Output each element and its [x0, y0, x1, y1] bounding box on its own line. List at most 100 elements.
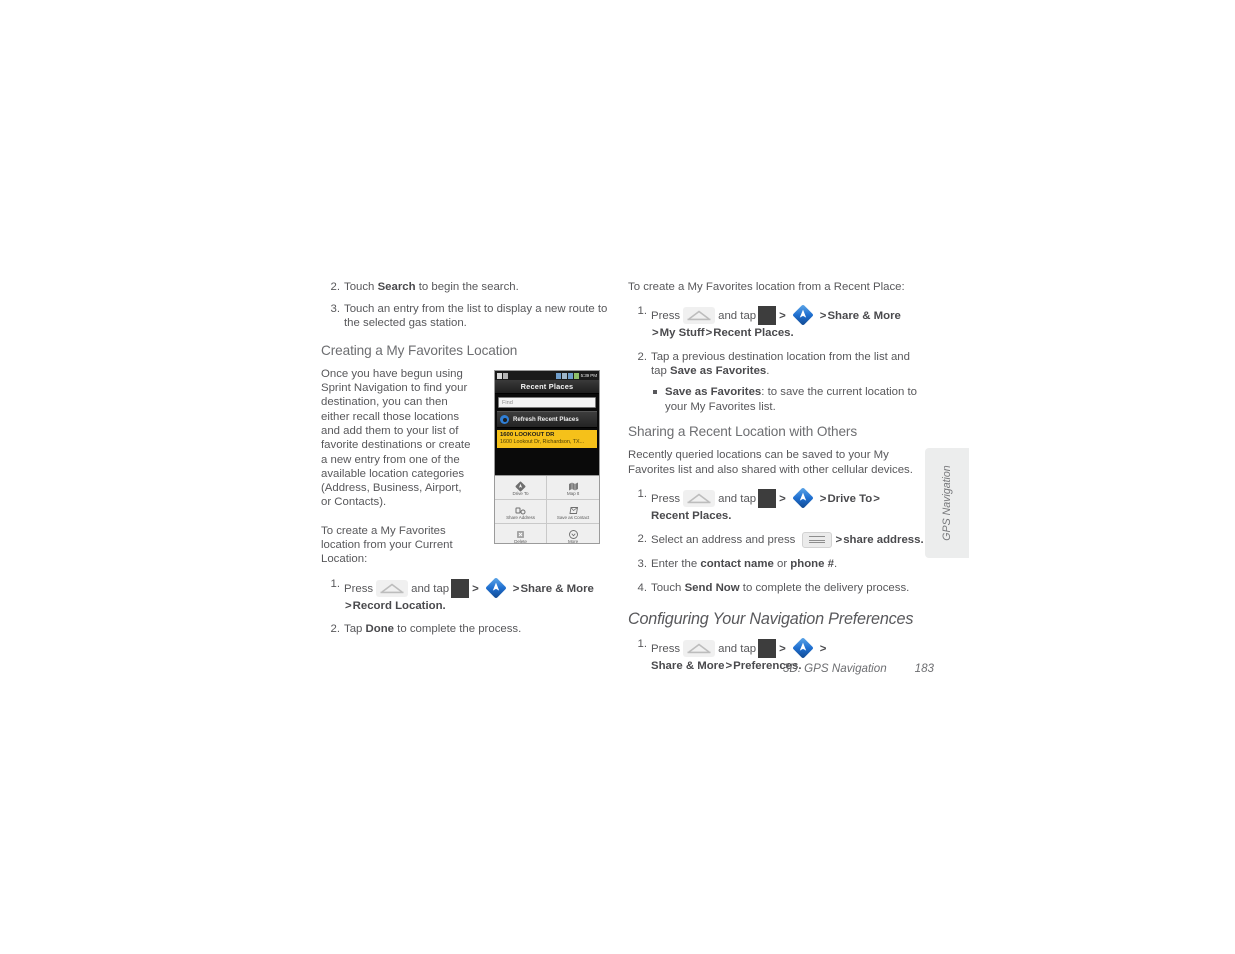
menu-path-record-location: Record Location. — [352, 599, 446, 612]
list-item: 2. Select an address and press >share add… — [628, 532, 928, 549]
bullet-square-icon — [653, 390, 657, 395]
separator-gt: > — [779, 310, 786, 323]
section-heading-sharing: Sharing a Recent Location with Others — [628, 424, 858, 440]
sub-bullet-list: Save as Favorites: to save the current l… — [651, 385, 928, 414]
step-text-pre: Touch — [651, 582, 685, 595]
action-map-it[interactable]: Map It — [547, 476, 599, 500]
separator-gt: > — [779, 492, 786, 505]
status-right-icons — [555, 372, 579, 379]
phone-status-bar: 5:39 PM — [495, 371, 599, 380]
create-from-recent-place-intro: To create a My Favorites location from a… — [628, 281, 905, 293]
list-item: 1. Press and tap > >Share & More >My Stuff>Re… — [628, 304, 928, 341]
empty-list-area — [495, 448, 599, 475]
menu-path-recent-places: Recent Places. — [713, 327, 794, 340]
action-share-address[interactable]: Share Address — [495, 500, 547, 524]
menu-path-share-more: Share & More — [827, 310, 901, 323]
sharing-paragraph: Recently queried locations can be saved … — [628, 449, 913, 476]
phone-title-bar: Recent Places — [495, 380, 599, 394]
step-text-press: Press — [651, 492, 681, 505]
steps-list-top: 2. Touch Search to begin the search. 3. To… — [321, 280, 618, 331]
separator-gt: > — [345, 599, 352, 612]
step-number: 2. — [330, 623, 341, 636]
step-text-press: Press — [651, 310, 681, 323]
menu-path-share-address: share address. — [843, 534, 924, 547]
step-number: 2. — [330, 281, 341, 293]
find-placeholder: Find — [502, 399, 513, 406]
footer-chapter: 3D. GPS Navigation — [782, 662, 887, 675]
share-icon — [515, 503, 526, 515]
home-key-icon — [683, 307, 716, 325]
action-save-as-contact[interactable]: Save as Contact — [547, 500, 599, 524]
step-number: 2. — [637, 350, 648, 363]
refresh-label: Refresh Recent Places — [513, 416, 579, 423]
step-text-strong: Done — [365, 623, 395, 636]
intro-paragraph: Once you have begun using Sprint Navigat… — [321, 367, 471, 509]
map-icon — [568, 479, 579, 491]
list-item: 1. Press and tap > >Drive To> Recent Places. — [628, 487, 928, 524]
navigation-diamond-icon — [515, 479, 526, 492]
phone-screenshot: 5:39 PM Recent Places Find Refresh Recen… — [494, 370, 600, 544]
separator-gt: > — [705, 327, 713, 340]
section-heading-creating-favorites: Creating a My Favorites Location — [321, 342, 518, 358]
sub-bullet-strong: Save as Favorites — [665, 386, 762, 399]
side-tab-label: GPS Navigation — [941, 465, 953, 541]
step-text-andtap: and tap — [718, 492, 757, 505]
step-text-andtap: and tap — [718, 642, 757, 655]
action-more[interactable]: More — [547, 524, 599, 543]
battery-icon — [573, 372, 579, 379]
notification-icon — [503, 372, 508, 379]
home-key-icon — [376, 579, 409, 597]
step-text-post: to complete the delivery process. — [739, 582, 910, 595]
action-drive-to[interactable]: Drive To — [495, 476, 547, 500]
step-number: 1. — [637, 305, 648, 318]
recent-place-list-item[interactable]: 1600 LOOKOUT DR 1600 Lookout Dr, Richard… — [497, 430, 597, 448]
app-grid-icon — [758, 638, 777, 658]
action-button-grid: Drive To Map It Share Address Save as Co… — [495, 475, 599, 543]
recent-place-title: 1600 LOOKOUT DR — [500, 432, 555, 438]
page-footer: 3D. GPS Navigation 183 — [628, 662, 934, 675]
step-text-mid: or — [773, 558, 791, 571]
step-text-post: . — [833, 558, 838, 571]
step-number: 3. — [637, 558, 648, 571]
steps-list-current-location: 1. Press and tap > >Share & More >Record Loca… — [321, 577, 618, 637]
list-item: 3. Touch an entry from the list to displa… — [321, 302, 618, 331]
step-text-strong: Search — [377, 281, 416, 293]
action-delete[interactable]: Delete — [495, 524, 547, 543]
separator-gt: > — [472, 582, 479, 595]
menu-path-share-more: Share & More — [520, 582, 594, 595]
app-grid-icon — [758, 306, 777, 326]
step-text-pre: Touch an entry from the list to display … — [344, 302, 608, 330]
menu-path-drive-to: Drive To — [827, 492, 873, 505]
step-text-post: . — [766, 365, 770, 378]
menu-key-icon — [801, 532, 832, 549]
steps-list-recent-place: 1. Press and tap > >Share & More >My Stuff>Re… — [628, 304, 928, 414]
list-item: 2. Touch Search to begin the search. — [321, 280, 618, 295]
separator-gt: > — [819, 642, 827, 655]
navigation-diamond-icon — [792, 487, 814, 509]
step-text-pre: Enter the — [651, 558, 701, 571]
refresh-recent-places-button[interactable]: Refresh Recent Places — [497, 411, 597, 428]
section-side-tab: GPS Navigation — [925, 448, 969, 558]
separator-gt: > — [835, 534, 843, 547]
delete-x-icon — [515, 527, 526, 538]
find-input[interactable]: Find — [498, 397, 596, 408]
list-item: 2. Tap a previous destination location fr… — [628, 350, 928, 414]
refresh-icon — [500, 415, 509, 424]
status-clock: 5:39 PM — [580, 373, 598, 378]
manual-page: 2. Touch Search to begin the search. 3. To… — [0, 0, 1235, 954]
section-heading-configuring: Configuring Your Navigation Preferences — [628, 609, 914, 628]
step-text-pre: Touch — [344, 281, 378, 293]
button-send-now: Send Now — [684, 582, 740, 595]
home-key-icon — [683, 489, 716, 507]
navigation-diamond-icon — [485, 577, 507, 599]
separator-gt: > — [873, 492, 880, 505]
list-item: 4. Touch Send Now to complete the deliver… — [628, 581, 928, 596]
step-number: 4. — [637, 582, 648, 595]
step-text-post: to complete the process. — [394, 623, 522, 636]
app-grid-icon — [758, 488, 777, 508]
step-number: 1. — [330, 577, 341, 590]
step-text-strong: Save as Favorites — [670, 365, 767, 378]
navigation-diamond-icon — [792, 304, 814, 326]
list-item: 2. Tap Done to complete the process. — [321, 622, 618, 637]
step-text-andtap: and tap — [411, 582, 450, 595]
